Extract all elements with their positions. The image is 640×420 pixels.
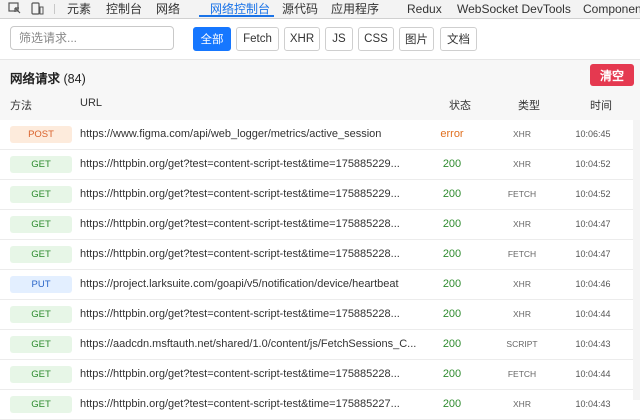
tab-redux[interactable]: Redux <box>407 2 442 16</box>
requests-title: 网络请求 (84) <box>10 68 86 87</box>
request-row[interactable]: GET https://httpbin.org/get?test=content… <box>0 150 640 180</box>
tab-sources[interactable]: 源代码 <box>282 2 318 16</box>
method-badge: GET <box>10 246 72 263</box>
tab-elements[interactable]: 元素 <box>67 2 91 16</box>
request-status: 200 <box>442 248 462 260</box>
request-time: 10:04:52 <box>575 159 611 169</box>
request-status: 200 <box>442 218 462 230</box>
request-status: 200 <box>442 278 462 290</box>
request-status: 200 <box>442 188 462 200</box>
request-type: SCRIPT <box>506 339 538 349</box>
request-status: 200 <box>442 308 462 320</box>
device-toolbar-icon[interactable] <box>30 2 44 15</box>
method-badge: GET <box>10 216 72 233</box>
request-url: https://httpbin.org/get?test=content-scr… <box>80 248 400 260</box>
active-tab-indicator <box>199 15 274 17</box>
filter-css-button[interactable]: CSS <box>358 27 394 51</box>
request-status: 200 <box>442 368 462 380</box>
inspect-element-icon[interactable] <box>8 2 22 15</box>
method-badge: GET <box>10 306 72 323</box>
method-badge: GET <box>10 156 72 173</box>
request-url: https://aadcdn.msftauth.net/shared/1.0/c… <box>80 338 417 350</box>
tab-components[interactable]: Components <box>583 2 640 16</box>
method-badge: GET <box>10 336 72 353</box>
request-status: 200 <box>442 338 462 350</box>
tab-network[interactable]: 网络 <box>156 2 180 16</box>
request-url: https://httpbin.org/get?test=content-scr… <box>80 308 400 320</box>
table-header: 方法 URL 状态 类型 时间 <box>0 88 640 121</box>
request-url: https://www.figma.com/api/web_logger/met… <box>80 128 382 140</box>
request-url: https://httpbin.org/get?test=content-scr… <box>80 218 400 230</box>
column-header-status[interactable]: 状态 <box>449 97 471 113</box>
request-time: 10:04:46 <box>575 279 611 289</box>
column-header-url[interactable]: URL <box>80 97 102 109</box>
requests-title-text: 网络请求 <box>10 72 61 86</box>
filter-xhr-button[interactable]: XHR <box>284 27 320 51</box>
column-header-time[interactable]: 时间 <box>590 97 612 113</box>
tab-websocket-devtools[interactable]: WebSocket DevTools <box>457 2 571 16</box>
requests-header: 网络请求 (84) 清空 <box>0 60 640 88</box>
request-type: XHR <box>513 309 531 319</box>
method-badge: GET <box>10 366 72 383</box>
tab-application[interactable]: 应用程序 <box>331 2 379 16</box>
request-row[interactable]: GET https://httpbin.org/get?test=content… <box>0 300 640 330</box>
column-header-type[interactable]: 类型 <box>518 97 540 113</box>
request-time: 10:04:43 <box>575 399 611 409</box>
request-type: XHR <box>513 279 531 289</box>
request-row[interactable]: GET https://httpbin.org/get?test=content… <box>0 180 640 210</box>
request-row[interactable]: POST https://www.figma.com/api/web_logge… <box>0 120 640 150</box>
scrollbar[interactable] <box>633 120 640 400</box>
request-url: https://httpbin.org/get?test=content-scr… <box>80 158 400 170</box>
request-list: POST https://www.figma.com/api/web_logge… <box>0 120 640 420</box>
filter-images-button[interactable]: 图片 <box>399 27 434 51</box>
request-url: https://httpbin.org/get?test=content-scr… <box>80 368 400 380</box>
request-url: https://project.larksuite.com/goapi/v5/n… <box>80 278 399 290</box>
filter-requests-input[interactable] <box>10 26 174 50</box>
request-type: XHR <box>513 219 531 229</box>
tab-separator <box>54 4 55 14</box>
filter-fetch-button[interactable]: Fetch <box>236 27 279 51</box>
request-type: FETCH <box>507 369 537 379</box>
request-row[interactable]: GET https://httpbin.org/get?test=content… <box>0 240 640 270</box>
request-row[interactable]: GET https://httpbin.org/get?test=content… <box>0 390 640 420</box>
request-status: 200 <box>442 158 462 170</box>
request-row[interactable]: GET https://httpbin.org/get?test=content… <box>0 210 640 240</box>
request-row[interactable]: GET https://httpbin.org/get?test=content… <box>0 360 640 390</box>
request-time: 10:04:52 <box>575 189 611 199</box>
filter-bar: 全部 Fetch XHR JS CSS 图片 文档 <box>0 19 640 60</box>
request-status: error <box>440 128 464 140</box>
request-time: 10:04:44 <box>575 369 611 379</box>
request-row[interactable]: GET https://aadcdn.msftauth.net/shared/1… <box>0 330 640 360</box>
request-time: 10:04:47 <box>575 219 611 229</box>
clear-button[interactable]: 清空 <box>590 64 634 86</box>
filter-all-button[interactable]: 全部 <box>193 27 231 51</box>
filter-js-button[interactable]: JS <box>325 27 353 51</box>
request-type: XHR <box>513 159 531 169</box>
request-type: FETCH <box>507 249 537 259</box>
devtools-tab-bar: 元素 控制台 网络 网络控制台 源代码 应用程序 Redux WebSocket… <box>0 0 640 19</box>
request-url: https://httpbin.org/get?test=content-scr… <box>80 188 400 200</box>
filter-documents-button[interactable]: 文档 <box>440 27 477 51</box>
request-time: 10:06:45 <box>575 129 611 139</box>
column-header-method[interactable]: 方法 <box>10 97 32 113</box>
request-time: 10:04:44 <box>575 309 611 319</box>
requests-count: (84) <box>63 72 86 86</box>
request-time: 10:04:43 <box>575 339 611 349</box>
tab-network-console[interactable]: 网络控制台 <box>210 2 270 16</box>
request-type: FETCH <box>507 189 537 199</box>
method-badge: GET <box>10 186 72 203</box>
request-time: 10:04:47 <box>575 249 611 259</box>
request-type: XHR <box>513 129 531 139</box>
request-type: XHR <box>513 399 531 409</box>
method-badge: GET <box>10 396 72 413</box>
tab-console[interactable]: 控制台 <box>106 2 142 16</box>
method-badge: PUT <box>10 276 72 293</box>
method-badge: POST <box>10 126 72 143</box>
request-row[interactable]: PUT https://project.larksuite.com/goapi/… <box>0 270 640 300</box>
